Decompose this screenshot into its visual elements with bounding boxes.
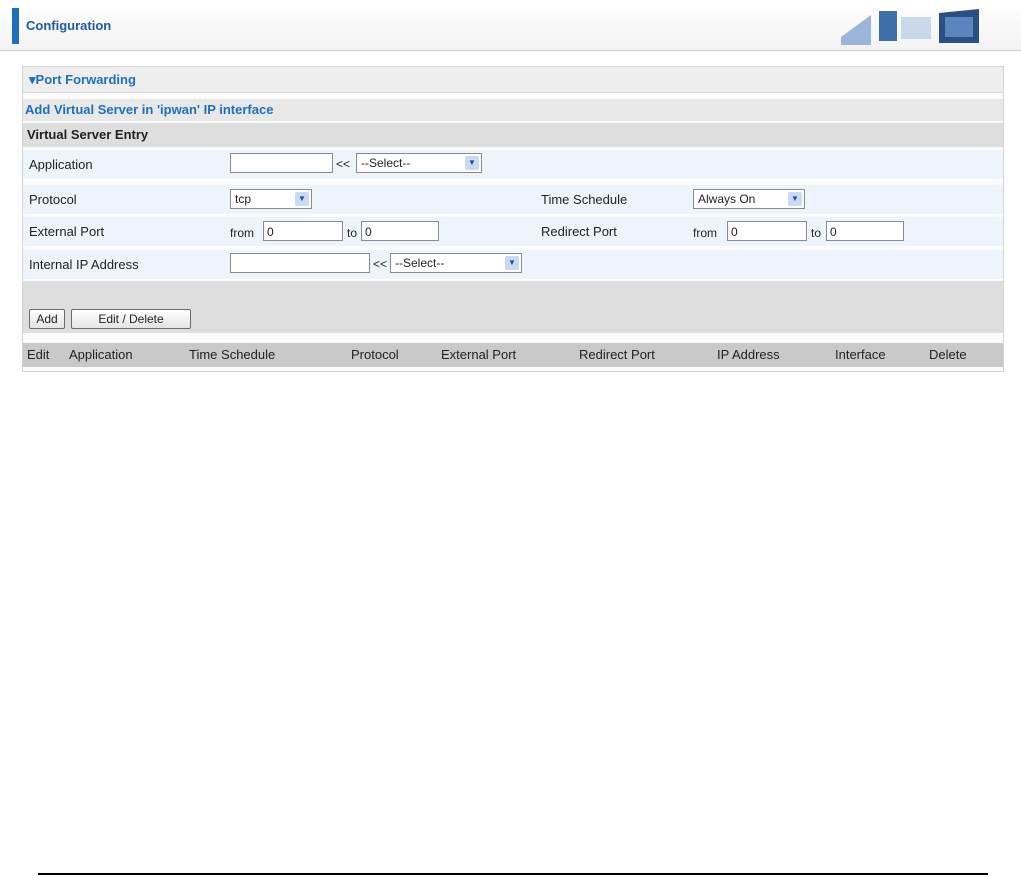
button-row: Add Edit / Delete — [23, 281, 1003, 333]
external-port-from-input[interactable]: 0 — [263, 221, 343, 241]
ext-from-label: from — [230, 226, 254, 240]
table-header: Edit Application Time Schedule Protocol … — [23, 343, 1003, 367]
copy-arrows: << — [373, 257, 388, 271]
edit-delete-button[interactable]: Edit / Delete — [71, 309, 191, 329]
protocol-row: Protocol tcp ▼ Time Schedule Always On ▼ — [23, 185, 1003, 215]
ext-to-label: to — [347, 226, 358, 240]
time-schedule-value: Always On — [698, 192, 756, 206]
application-input[interactable] — [230, 153, 333, 173]
redirect-port-from-input[interactable]: 0 — [727, 221, 807, 241]
redirect-port-label: Redirect Port — [541, 224, 617, 239]
external-port-to-input[interactable]: 0 — [361, 221, 439, 241]
chevron-down-icon: ▼ — [295, 192, 309, 206]
col-edit: Edit — [27, 347, 50, 362]
internal-ip-select[interactable]: --Select-- ▼ — [390, 253, 522, 273]
application-select[interactable]: --Select-- ▼ — [356, 153, 482, 173]
top-header: Configuration — [0, 0, 1021, 51]
add-button[interactable]: Add — [29, 309, 65, 329]
footer-divider — [38, 873, 988, 875]
banner-graphic-icon — [841, 9, 979, 45]
col-redirect-port: Redirect Port — [579, 347, 655, 362]
internal-ip-label: Internal IP Address — [29, 257, 139, 272]
time-schedule-select[interactable]: Always On ▼ — [693, 189, 805, 209]
application-row: Application << --Select-- ▼ — [23, 150, 1003, 180]
copy-arrows: << — [336, 157, 351, 171]
red-from-label: from — [693, 226, 717, 240]
internal-ip-row: Internal IP Address << --Select-- ▼ — [23, 250, 1003, 280]
col-protocol: Protocol — [351, 347, 399, 362]
internal-ip-input[interactable] — [230, 253, 370, 273]
section-subtitle: Add Virtual Server in 'ipwan' IP interfa… — [23, 99, 1003, 121]
col-time-schedule: Time Schedule — [189, 347, 276, 362]
page-title: Configuration — [26, 18, 112, 33]
redirect-port-to-input[interactable]: 0 — [826, 221, 904, 241]
col-interface: Interface — [835, 347, 886, 362]
protocol-select-value: tcp — [235, 192, 252, 206]
entry-header: Virtual Server Entry — [23, 123, 1003, 147]
protocol-select[interactable]: tcp ▼ — [230, 189, 312, 209]
external-port-label: External Port — [29, 224, 105, 239]
time-schedule-label: Time Schedule — [541, 192, 628, 207]
col-external-port: External Port — [441, 347, 517, 362]
port-row: External Port from 0 to 0 Redirect Port … — [23, 217, 1003, 247]
col-ip-address: IP Address — [717, 347, 780, 362]
port-forwarding-panel: ▾Port Forwarding Add Virtual Server in '… — [22, 66, 1004, 372]
header-accent-bar — [12, 8, 19, 44]
application-label: Application — [29, 157, 93, 172]
chevron-down-icon: ▼ — [465, 156, 479, 170]
internal-ip-select-value: --Select-- — [395, 256, 445, 270]
section-title[interactable]: ▾Port Forwarding — [23, 67, 1003, 93]
application-select-value: --Select-- — [361, 156, 411, 170]
chevron-down-icon: ▼ — [788, 192, 802, 206]
col-application: Application — [69, 347, 133, 362]
col-delete: Delete — [929, 347, 967, 362]
chevron-down-icon: ▼ — [505, 256, 519, 270]
red-to-label: to — [811, 226, 822, 240]
protocol-label: Protocol — [29, 192, 77, 207]
